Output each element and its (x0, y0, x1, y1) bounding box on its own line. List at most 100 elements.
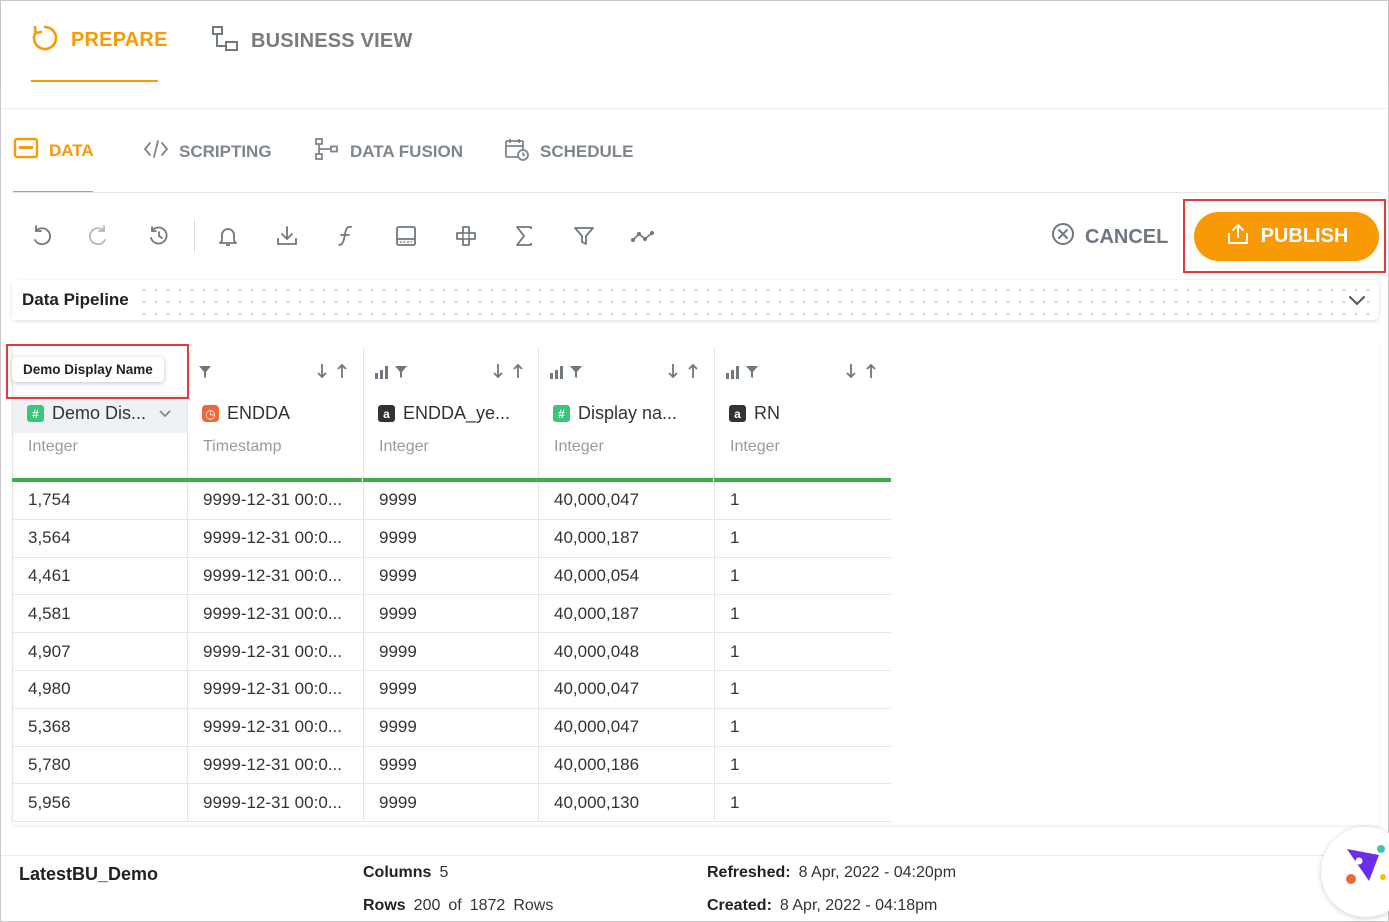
function-icon[interactable] (333, 223, 359, 249)
refreshed-value: 8 Apr, 2022 - 04:20pm (798, 864, 957, 881)
history-icon[interactable] (146, 223, 172, 249)
bar-chart-icon[interactable] (725, 365, 741, 384)
header-band (1, 82, 1388, 109)
publish-button[interactable]: PUBLISH (1194, 212, 1379, 261)
table-cell: 40,000,130 (538, 784, 713, 823)
table-cell: 9999-12-31 00:0... (187, 557, 362, 596)
table-cell: 9999-12-31 00:0... (187, 595, 362, 634)
sigma-icon[interactable] (511, 223, 537, 249)
sort-ascending-icon[interactable] (865, 363, 877, 384)
column-controls (714, 347, 891, 395)
table-cell: 9999 (363, 708, 538, 747)
sort-ascending-icon[interactable] (512, 363, 524, 384)
table-cell: 9999-12-31 00:0... (187, 784, 362, 823)
refreshed-info: Refreshed: 8 Apr, 2022 - 04:20pm (707, 864, 956, 882)
chevron-down-icon[interactable] (1347, 291, 1367, 314)
cancel-button[interactable]: CANCEL (1051, 221, 1168, 253)
tab-business-view[interactable]: BUSINESS VIEW (211, 1, 413, 82)
tab-prepare[interactable]: PREPARE (31, 1, 167, 82)
table-cell: 40,000,047 (538, 670, 713, 709)
column-controls (538, 347, 713, 395)
table-cell: 1 (714, 784, 891, 823)
column-header[interactable]: ◷ ENDDA (187, 395, 362, 432)
tab-data-fusion[interactable]: DATA FUSION (314, 110, 463, 193)
columns-label: Columns (363, 864, 432, 881)
table-cell: 9999-12-31 00:0... (187, 519, 362, 558)
column-type: Integer (12, 432, 187, 478)
column-name: Display na... (578, 403, 678, 423)
calculator-icon[interactable] (393, 223, 419, 249)
bar-chart-icon[interactable] (549, 365, 565, 384)
number-type-icon: # (27, 405, 44, 422)
table-cell: 9999-12-31 00:0... (187, 746, 362, 785)
sub-tabs: DATA SCRIPTING DATA FUSION SCHEDULE (1, 110, 1388, 193)
fusion-icon (314, 137, 340, 166)
table-cell: 5,956 (12, 784, 187, 823)
tab-prepare-label: PREPARE (71, 29, 168, 51)
data-pipeline-bar[interactable]: Data Pipeline (12, 280, 1379, 320)
sort-descending-icon[interactable] (845, 363, 857, 384)
table-cell: 40,000,187 (538, 595, 713, 634)
column-name: ENDDA (227, 403, 291, 423)
bar-chart-icon[interactable] (374, 365, 390, 384)
close-circle-icon (1051, 222, 1075, 252)
filter-icon[interactable] (571, 223, 597, 249)
tab-schedule-label: SCHEDULE (540, 141, 634, 161)
table-cell: 9999-12-31 00:0... (187, 670, 362, 709)
table-cell: 1,754 (12, 482, 187, 520)
table-cell: 1 (714, 670, 891, 709)
column-type: Timestamp (187, 432, 362, 478)
column-header[interactable]: # Demo Dis... (12, 395, 187, 432)
table-cell: 9999 (363, 670, 538, 709)
sort-descending-icon[interactable] (492, 363, 504, 384)
filter-icon[interactable] (394, 365, 408, 384)
column-header[interactable]: a ENDDA_ye... (363, 395, 538, 432)
rows-of: of (448, 897, 462, 914)
column-header[interactable]: # Display na... (538, 395, 713, 432)
tab-schedule[interactable]: SCHEDULE (504, 110, 634, 193)
column-controls (363, 347, 538, 395)
grid-column: # Demo Dis... Integer 1,754 3,564 4,461 … (12, 347, 187, 823)
pipeline-title: Data Pipeline (12, 280, 139, 320)
table-cell: 1 (714, 557, 891, 596)
column-controls (187, 347, 362, 395)
upload-icon (1225, 222, 1251, 252)
text-type-icon: a (729, 405, 746, 422)
table-cell: 9999 (363, 633, 538, 671)
undo-icon[interactable] (29, 223, 55, 249)
table-cell: 4,461 (12, 557, 187, 596)
chevron-down-icon[interactable] (158, 403, 172, 424)
created-label: Created: (707, 897, 772, 914)
columns-count: Columns 5 (363, 864, 448, 882)
filter-icon[interactable] (198, 365, 212, 384)
sort-descending-icon[interactable] (667, 363, 679, 384)
table-cell: 1 (714, 595, 891, 634)
tab-scripting[interactable]: SCRIPTING (143, 110, 272, 193)
redo-icon[interactable] (85, 223, 111, 249)
column-name: RN (754, 403, 780, 423)
sort-ascending-icon[interactable] (687, 363, 699, 384)
created-value: 8 Apr, 2022 - 04:18pm (779, 897, 938, 914)
table-cell: 4,907 (12, 633, 187, 671)
filter-icon[interactable] (745, 365, 759, 384)
grid-column: a ENDDA_ye... Integer 9999 9999 9999 999… (363, 347, 538, 823)
tab-data[interactable]: DATA (13, 110, 94, 193)
sort-descending-icon[interactable] (316, 363, 328, 384)
sort-ascending-icon[interactable] (336, 363, 348, 384)
table-icon (13, 137, 39, 164)
table-cell: 9999-12-31 00:0... (187, 708, 362, 747)
refresh-cycle-icon (31, 24, 59, 58)
clock-type-icon: ◷ (202, 405, 219, 422)
assistant-logo-icon (1339, 841, 1389, 896)
plus-box-icon[interactable] (453, 223, 479, 249)
table-cell: 9999-12-31 00:0... (187, 633, 362, 671)
column-header[interactable]: a RN (714, 395, 891, 432)
table-cell: 9999 (363, 746, 538, 785)
bell-icon[interactable] (215, 223, 241, 249)
grid-column: # Display na... Integer 40,000,047 40,00… (538, 347, 713, 823)
download-icon[interactable] (274, 223, 300, 249)
filter-icon[interactable] (569, 365, 583, 384)
table-cell: 40,000,186 (538, 746, 713, 785)
table-cell: 4,581 (12, 595, 187, 634)
graph-icon[interactable] (630, 223, 656, 249)
